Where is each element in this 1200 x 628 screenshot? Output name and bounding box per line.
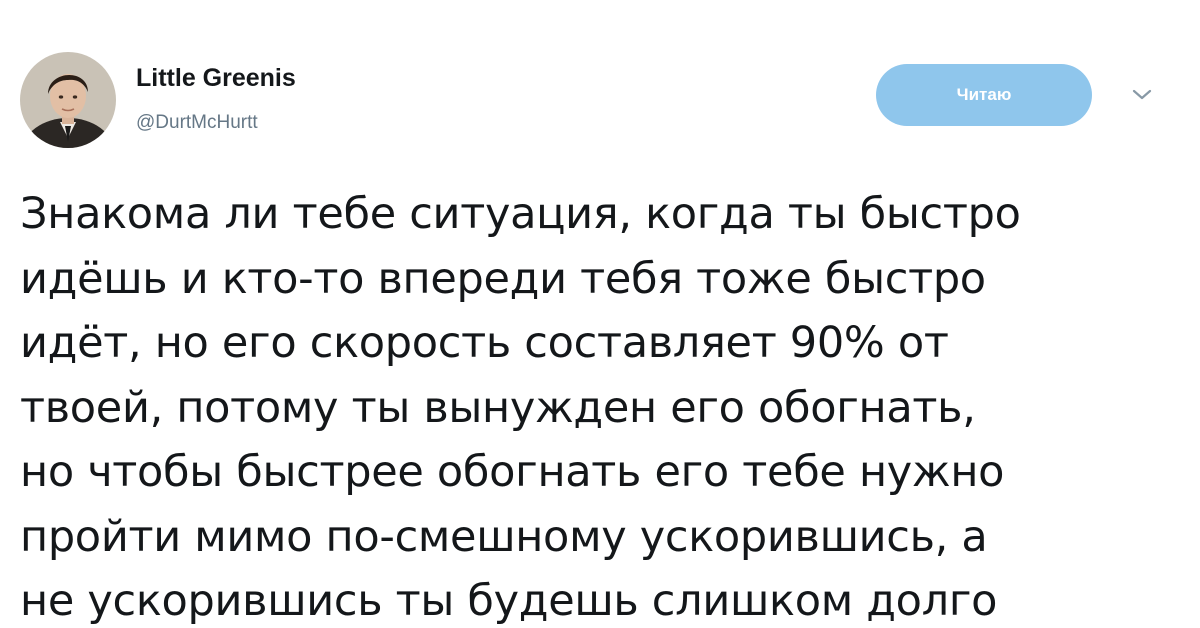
following-button[interactable]: Читаю	[876, 64, 1092, 126]
tweet-text-line: идёшь и кто-то впереди тебя тоже быстро	[20, 253, 986, 304]
avatar-image	[20, 52, 116, 148]
chevron-down-icon[interactable]	[1130, 86, 1154, 104]
author-display-name[interactable]: Little Greenis	[136, 64, 296, 93]
author-handle[interactable]: @DurtMcHurtt	[136, 112, 258, 134]
avatar[interactable]	[20, 52, 116, 148]
following-button-label: Читаю	[956, 85, 1012, 104]
tweet-text-line: твоей, потому ты вынужден его обогнать,	[20, 382, 976, 433]
tweet-card: Little Greenis @DurtMcHurtt Читаю Знаком…	[0, 0, 1200, 628]
tweet-text-line: но чтобы быстрее обогнать его тебе нужно	[20, 447, 1005, 497]
tweet-text-line: пройти мимо по-смешному ускорившись, а	[20, 511, 988, 562]
tweet-text-line: Знакома ли тебе ситуация, когда ты быстр…	[20, 189, 1021, 239]
tweet-text: Знакома ли тебе ситуация, когда ты быстр…	[20, 182, 1190, 628]
tweet-text-line: идёт, но его скорость составляет 90% от	[20, 318, 949, 368]
tweet-text-line: не ускорившись ты будешь слишком долго	[20, 576, 998, 626]
